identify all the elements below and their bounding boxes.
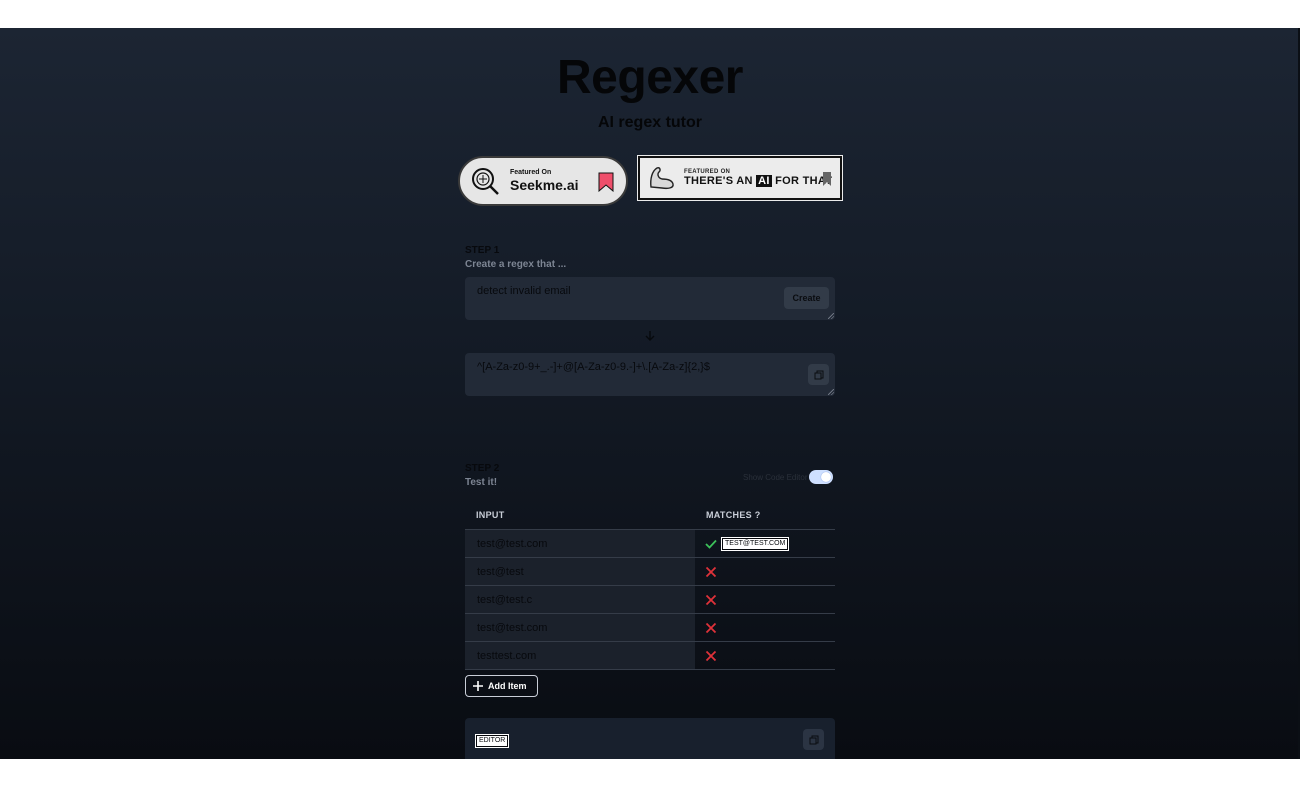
badge-brand-text: THERE'S AN AI FOR THAT: [684, 175, 833, 187]
plus-icon: [473, 681, 483, 691]
copy-regex-button[interactable]: [808, 364, 829, 385]
code-editor-toggle-group: Show Code Editor: [743, 470, 834, 484]
test-input-field[interactable]: test@test.c: [465, 586, 695, 613]
magnifier-logo-icon: [472, 168, 499, 195]
badge-small-text: Featured On: [510, 169, 552, 176]
show-code-editor-toggle[interactable]: [809, 470, 834, 484]
table-row: testtest.com: [465, 642, 835, 670]
toggle-knob: [821, 472, 832, 482]
cross-icon: [705, 566, 717, 577]
step1-label: STEP 1: [465, 245, 500, 256]
cross-icon: [705, 650, 717, 661]
seekme-badge-link[interactable]: Featured On Seekme.ai: [458, 156, 628, 206]
check-icon: [705, 539, 717, 549]
copy-icon: [814, 370, 823, 379]
regex-prompt-textarea[interactable]: detect invalid email Create: [465, 277, 835, 320]
cross-icon: [705, 622, 717, 633]
bookmark-icon: [823, 172, 831, 186]
add-item-label: Add Item: [488, 681, 527, 691]
taaft-badge-link[interactable]: FEATURED ON THERE'S AN AI FOR THAT: [637, 155, 843, 201]
add-item-button[interactable]: Add Item: [465, 675, 538, 697]
create-button[interactable]: Create: [784, 287, 829, 309]
editor-label: EDITOR: [474, 734, 510, 748]
cross-icon: [705, 594, 717, 605]
table-header: INPUT MATCHES ?: [465, 500, 835, 530]
step2-description: Test it!: [465, 477, 498, 488]
page-subtitle: AI regex tutor: [597, 114, 702, 131]
table-row: test@test: [465, 558, 835, 586]
column-header-input: INPUT: [476, 509, 505, 520]
match-result-cell: TEST@TEST.COM: [695, 530, 835, 557]
prompt-value: detect invalid email: [477, 285, 571, 297]
arrow-down-icon: [645, 331, 655, 341]
test-input-field[interactable]: testtest.com: [465, 642, 695, 669]
arm-logo-icon: [650, 167, 674, 190]
page-title: Regexer: [557, 51, 743, 104]
toggle-label: Show Code Editor: [743, 472, 808, 482]
resize-handle-icon[interactable]: [828, 389, 834, 395]
table-row: test@test.com TEST@TEST.COM: [465, 530, 835, 558]
test-input-field[interactable]: test@test: [465, 558, 695, 585]
regex-output-textarea[interactable]: ^[A-Za-z0-9+_.-]+@[A-Za-z0-9.-]+\.[A-Za-…: [465, 353, 835, 396]
match-result-cell: [695, 614, 835, 641]
test-input-field[interactable]: test@test.com: [465, 530, 695, 557]
test-table: INPUT MATCHES ? test@test.com TEST@TEST.C…: [465, 500, 835, 670]
copy-code-button[interactable]: [803, 729, 824, 750]
match-result-cell: [695, 642, 835, 669]
table-row: test@test.com: [465, 614, 835, 642]
copy-icon: [809, 735, 818, 744]
app-viewport: Regexer AI regex tutor Featured On Seekm…: [0, 28, 1300, 759]
step2-label: STEP 2: [465, 463, 500, 474]
regex-value: ^[A-Za-z0-9+_.-]+@[A-Za-z0-9.-]+\.[A-Za-…: [477, 361, 711, 373]
code-editor-panel[interactable]: EDITOR: [465, 718, 835, 759]
match-result-cell: [695, 558, 835, 585]
badge-brand-text: Seekme.ai: [510, 177, 579, 193]
match-result-cell: [695, 586, 835, 613]
column-header-matches: MATCHES ?: [706, 509, 761, 520]
resize-handle-icon[interactable]: [828, 313, 834, 319]
step1-description: Create a regex that ...: [465, 259, 567, 270]
table-row: test@test.c: [465, 586, 835, 614]
bookmark-icon: [598, 172, 614, 192]
test-input-field[interactable]: test@test.com: [465, 614, 695, 641]
match-tag: TEST@TEST.COM: [720, 536, 790, 551]
